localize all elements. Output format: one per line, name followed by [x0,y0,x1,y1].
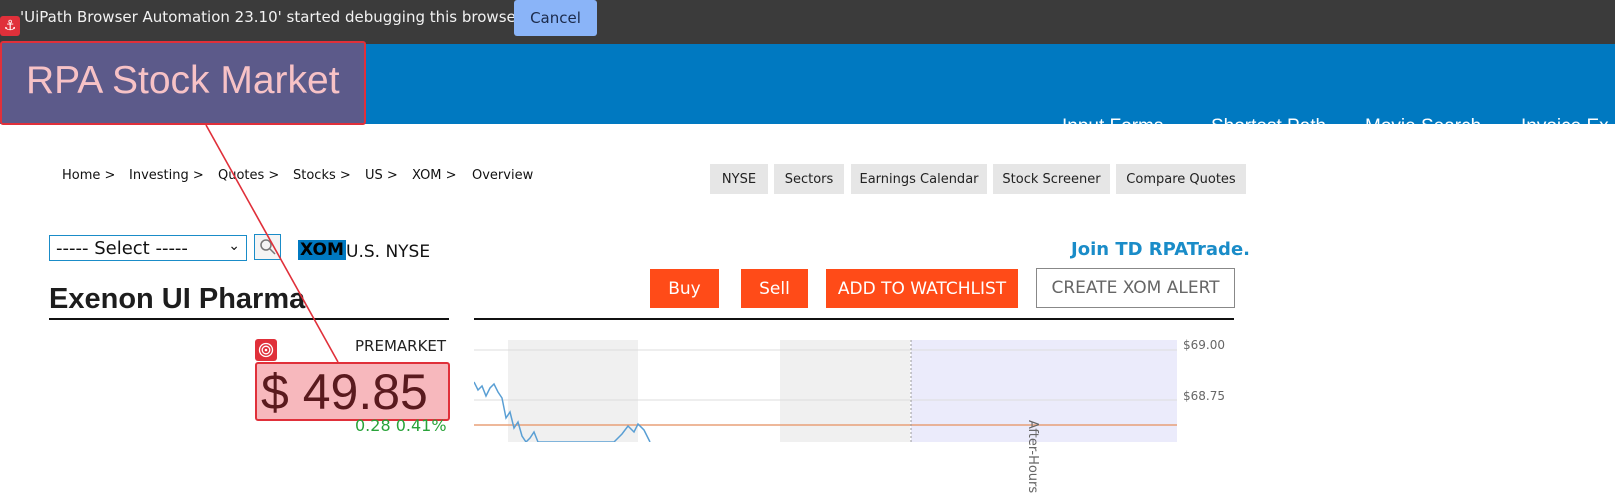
debugger-infobar: 'UiPath Browser Automation 23.10' starte… [0,0,1615,44]
y-tick-label: $68.75 [1183,389,1225,403]
nav-link-input-forms[interactable]: Input Forms [1062,116,1163,138]
session-label: PREMARKET [355,337,447,355]
breadcrumb-home[interactable]: Home > [62,168,115,183]
breadcrumb-investing[interactable]: Investing > [129,168,204,183]
nav-link-invoice[interactable]: Invoice Ex [1521,116,1609,138]
exchange-label: U.S. NYSE [346,242,431,262]
stock-price: $ 49.85 [261,364,428,420]
breadcrumb-stocks[interactable]: Stocks > [293,168,351,183]
breadcrumb-quotes[interactable]: Quotes > [218,168,279,183]
chevron-down-icon: ⌄ [228,238,240,254]
divider [49,318,449,320]
price-highlighted[interactable]: $ 49.85 [255,362,450,421]
search-icon [259,239,276,255]
session-band [508,340,638,442]
cancel-debugging-button[interactable]: Cancel [514,0,597,36]
create-alert-button[interactable]: CREATE XOM ALERT [1036,268,1235,308]
brand-title: RPA Stock Market [26,59,340,102]
nav-link-shortest-path[interactable]: Shortest Path [1211,116,1326,138]
nav-link-movie-search[interactable]: Movie Search [1365,116,1481,138]
quick-link-compare-quotes[interactable]: Compare Quotes [1116,164,1246,194]
buy-button[interactable]: Buy [650,269,719,308]
quick-link-earnings-calendar[interactable]: Earnings Calendar [851,164,987,194]
after-hours-band [911,340,1177,442]
company-name: Exenon UI Pharma [49,283,306,315]
ticker-symbol: XOM [298,240,346,260]
quick-link-nyse[interactable]: NYSE [710,164,768,194]
breadcrumb-overview: Overview [472,168,534,183]
symbol-select[interactable]: ----- Select ----- ⌄ [49,235,247,261]
anchor-icon: ⚓ [0,16,20,36]
sell-button[interactable]: Sell [741,269,808,308]
target-icon [255,339,277,361]
symbol-select-value: ----- Select ----- [56,237,188,259]
session-band [780,340,910,442]
price-change: 0.28 0.41% [355,416,447,435]
debugger-message: 'UiPath Browser Automation 23.10' starte… [20,8,522,26]
quick-link-sectors[interactable]: Sectors [774,164,844,194]
quick-link-stock-screener[interactable]: Stock Screener [993,164,1110,194]
after-hours-label: After-Hours [1025,420,1040,493]
brand-logo-highlighted[interactable]: RPA Stock Market [0,41,366,125]
breadcrumb-xom[interactable]: XOM > [412,168,457,183]
search-button[interactable] [254,234,281,260]
intraday-chart [474,340,1177,442]
y-tick-label: $69.00 [1183,338,1225,352]
join-promo-link[interactable]: Join TD RPATrade. [1071,239,1250,260]
divider [474,318,1234,320]
add-to-watchlist-button[interactable]: ADD TO WATCHLIST [826,269,1018,308]
breadcrumb-us[interactable]: US > [365,168,398,183]
